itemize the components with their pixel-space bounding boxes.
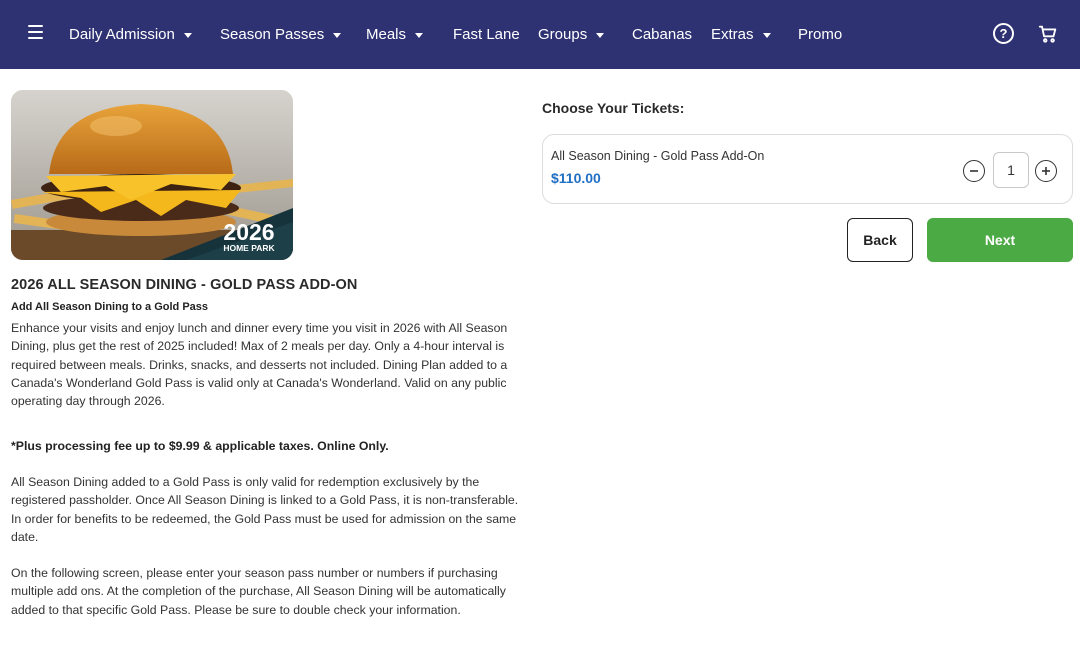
next-button[interactable]: Next bbox=[927, 218, 1073, 262]
help-icon[interactable]: ? bbox=[993, 23, 1014, 44]
chevron-down-icon bbox=[333, 32, 342, 38]
next-button-label: Next bbox=[984, 232, 1016, 248]
nav-item-cabanas[interactable]: Cabanas bbox=[632, 0, 692, 69]
chevron-down-icon bbox=[415, 32, 424, 38]
cart-icon[interactable] bbox=[1037, 23, 1059, 45]
nav-item-fast-lane[interactable]: Fast Lane bbox=[453, 0, 520, 69]
nav-item-label: Season Passes bbox=[220, 26, 325, 43]
minus-icon bbox=[970, 170, 978, 172]
ticket-name: All Season Dining - Gold Pass Add-On bbox=[551, 149, 765, 163]
nav-item-daily-admission[interactable]: Daily Admission bbox=[69, 0, 192, 69]
quantity-field[interactable]: 1 bbox=[993, 152, 1029, 188]
nav-item-label: Daily Admission bbox=[69, 26, 175, 43]
chevron-down-icon bbox=[762, 32, 771, 38]
redemption-terms: All Season Dining added to a Gold Pass i… bbox=[11, 475, 519, 544]
nav-item-label: Extras bbox=[711, 26, 754, 43]
chevron-down-icon bbox=[183, 32, 192, 38]
product-title: 2026 ALL SEASON DINING - GOLD PASS ADD-O… bbox=[11, 277, 358, 293]
nav-item-label: Cabanas bbox=[632, 26, 693, 43]
choose-tickets-heading: Choose Your Tickets: bbox=[542, 100, 685, 116]
nav-item-label: Promo bbox=[798, 26, 843, 43]
back-button-label: Back bbox=[863, 232, 897, 248]
nav-item-groups[interactable]: Groups bbox=[538, 0, 605, 69]
next-step-instructions: On the following screen, please enter yo… bbox=[11, 566, 506, 617]
product-image: 2026 HOME PARK bbox=[11, 90, 293, 260]
badge-text: HOME PARK bbox=[223, 243, 275, 253]
increase-quantity-button[interactable] bbox=[1035, 160, 1057, 182]
help-symbol: ? bbox=[999, 26, 1008, 41]
ticket-price: $110.00 bbox=[551, 170, 601, 186]
nav-item-meals[interactable]: Meals bbox=[366, 0, 424, 69]
nav-item-label: Meals bbox=[366, 26, 407, 43]
product-description: Enhance your visits and enjoy lunch and … bbox=[11, 321, 508, 409]
plus-icon bbox=[1042, 167, 1050, 175]
nav-item-label: Groups bbox=[538, 26, 588, 43]
nav-item-promo[interactable]: Promo bbox=[798, 0, 842, 69]
ticket-card: All Season Dining - Gold Pass Add-On $11… bbox=[542, 134, 1073, 204]
nav-item-season-passes[interactable]: Season Passes bbox=[220, 0, 342, 69]
fee-notice: *Plus processing fee up to $9.99 & appli… bbox=[11, 439, 389, 453]
nav-item-label: Fast Lane bbox=[453, 26, 520, 43]
top-nav-bar: Daily Admission Season Passes Meals Fast… bbox=[0, 0, 1080, 69]
quantity-value: 1 bbox=[1007, 162, 1015, 178]
badge-year: 2026 bbox=[223, 219, 274, 245]
hamburger-menu-icon[interactable] bbox=[28, 25, 44, 41]
chevron-down-icon bbox=[596, 32, 605, 38]
decrease-quantity-button[interactable] bbox=[963, 160, 985, 182]
nav-item-extras[interactable]: Extras bbox=[711, 0, 771, 69]
product-subtitle: Add All Season Dining to a Gold Pass bbox=[11, 301, 209, 313]
back-button[interactable]: Back bbox=[847, 218, 913, 262]
